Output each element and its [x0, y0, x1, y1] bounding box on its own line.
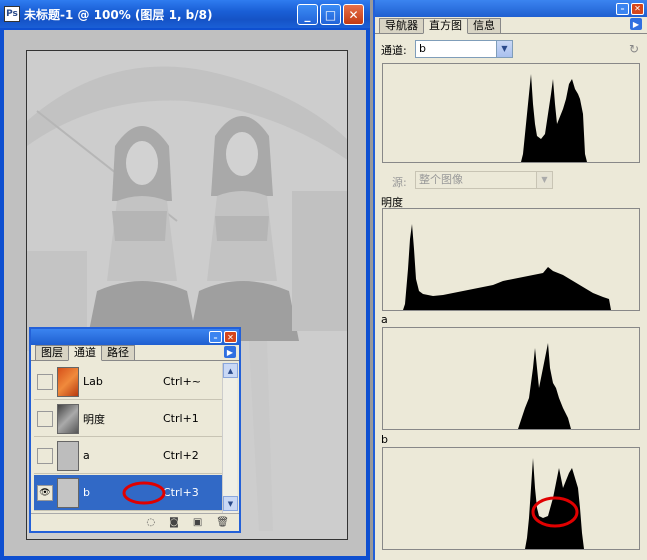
channels-panel-tabs: 图层 通道 路径 ▶	[31, 345, 239, 361]
panel-menu-icon[interactable]: ▶	[630, 18, 642, 30]
chevron-down-icon: ▼	[536, 172, 552, 188]
tab-navigator[interactable]: 导航器	[379, 18, 424, 33]
histogram-panel-tabs: 导航器 直方图 信息 ▶	[375, 17, 647, 34]
channels-panel-titlebar[interactable]: – ✕	[31, 329, 239, 345]
red-annotation-ellipse	[122, 481, 166, 505]
channel-shortcut: Ctrl+1	[163, 412, 199, 425]
delete-channel-icon[interactable]: 🗑	[216, 517, 229, 528]
minimize-button[interactable]: _	[297, 4, 318, 25]
channel-thumbnail	[57, 366, 79, 397]
new-channel-icon[interactable]: ▣	[193, 517, 202, 528]
channel-shortcut: Ctrl+2	[163, 449, 199, 462]
channels-scrollbar[interactable]: ▲ ▼	[222, 363, 238, 513]
channel-shortcut: Ctrl+~	[163, 375, 202, 388]
document-icon: Ps	[4, 6, 20, 22]
channels-panel: – ✕ 图层 通道 路径 ▶ Lab Ctrl+~ 明度 Ctrl+1 a Ct…	[29, 327, 241, 533]
channel-name: a	[83, 449, 90, 462]
channel-thumbnail	[57, 477, 79, 508]
tab-channels[interactable]: 通道	[68, 345, 102, 361]
channel-row-a[interactable]: a Ctrl+2	[34, 438, 222, 474]
channel-label: 通道:	[381, 44, 407, 57]
channel-row-lab[interactable]: Lab Ctrl+~	[34, 364, 222, 400]
panel-close-button[interactable]: ✕	[631, 2, 644, 15]
panel-close-button[interactable]: ✕	[224, 331, 237, 343]
a-channel-histogram	[382, 327, 640, 430]
channel-name: Lab	[83, 375, 103, 388]
tab-info[interactable]: 信息	[467, 18, 501, 33]
histogram-panel: – ✕ 导航器 直方图 信息 ▶ 通道: b ▼ ↻ 源: 整个图像 ▼ 明度 …	[373, 0, 647, 560]
document-titlebar[interactable]: Ps 未标题-1 @ 100% (图层 1, b/8) _ □ ✕	[0, 0, 370, 28]
channels-panel-footer: ◌ ◙ ▣ 🗑	[31, 513, 239, 531]
close-button[interactable]: ✕	[343, 4, 364, 25]
channel-shortcut: Ctrl+3	[163, 486, 199, 499]
section-label-b: b	[381, 433, 388, 446]
source-select-value: 整个图像	[419, 173, 463, 186]
visibility-toggle[interactable]	[37, 373, 53, 390]
tab-paths[interactable]: 路径	[101, 345, 135, 360]
scroll-up-icon[interactable]: ▲	[223, 363, 238, 378]
panel-minimize-button[interactable]: –	[616, 2, 629, 15]
section-label-a: a	[381, 313, 388, 326]
channel-row-lightness[interactable]: 明度 Ctrl+1	[34, 401, 222, 437]
chevron-down-icon: ▼	[496, 41, 512, 57]
main-histogram	[382, 63, 640, 163]
channel-name: 明度	[83, 412, 105, 426]
lightness-histogram	[382, 208, 640, 311]
b-channel-histogram	[382, 447, 640, 550]
histogram-panel-titlebar[interactable]: – ✕	[375, 0, 647, 17]
source-select[interactable]: 整个图像 ▼	[415, 171, 553, 189]
eye-icon: 👁	[39, 487, 51, 498]
channel-select-value: b	[419, 42, 426, 55]
channel-select[interactable]: b ▼	[415, 40, 513, 58]
panel-minimize-button[interactable]: –	[209, 331, 222, 343]
channel-row-b[interactable]: 👁 b Ctrl+3	[34, 475, 222, 511]
document-title: 未标题-1 @ 100% (图层 1, b/8)	[24, 7, 213, 22]
tab-layers[interactable]: 图层	[35, 345, 69, 360]
channel-thumbnail	[57, 440, 79, 471]
panel-menu-icon[interactable]: ▶	[224, 346, 236, 358]
maximize-button[interactable]: □	[320, 4, 341, 25]
tab-histogram[interactable]: 直方图	[423, 18, 468, 34]
save-selection-icon[interactable]: ◙	[169, 517, 179, 528]
source-label: 源:	[392, 176, 407, 189]
load-selection-icon[interactable]: ◌	[146, 517, 155, 528]
visibility-toggle[interactable]: 👁	[37, 484, 53, 501]
visibility-toggle[interactable]	[37, 447, 53, 464]
refresh-icon[interactable]: ↻	[629, 42, 639, 56]
channel-thumbnail	[57, 403, 79, 434]
scroll-down-icon[interactable]: ▼	[223, 496, 238, 511]
visibility-toggle[interactable]	[37, 410, 53, 427]
